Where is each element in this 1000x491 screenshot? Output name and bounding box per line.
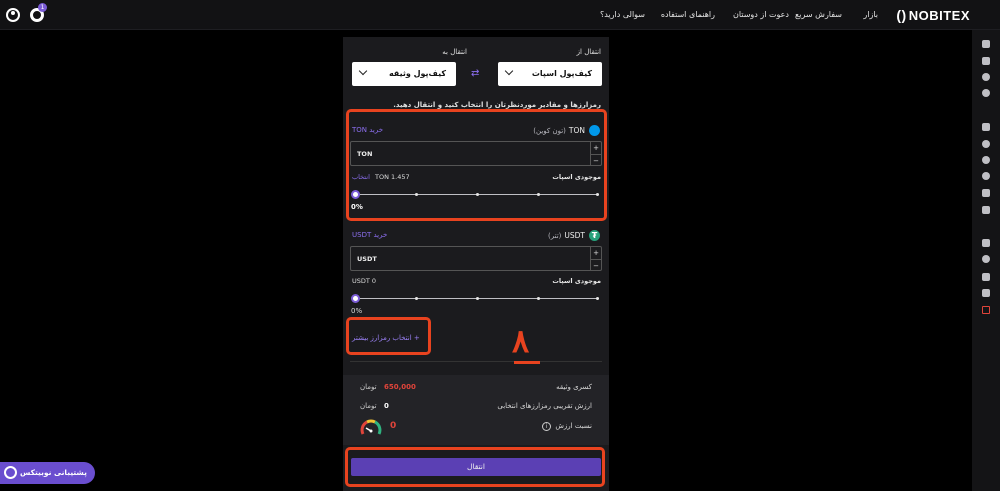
to-label: انتقال به [442,48,467,56]
usdt-name: (تتر) [548,232,562,240]
support-button[interactable]: پشتیبانی نوبیتکس [0,462,95,484]
collateral-deficit-unit: تومان [360,383,377,391]
highlight-ton-section [346,109,607,221]
buy-usdt-link[interactable]: خرید USDT [352,231,387,239]
chevron-down-icon [504,66,514,76]
reports-icon[interactable] [982,123,990,131]
nav-guide[interactable]: راهنمای استفاده [661,10,715,19]
logo-text: NOBITEX [908,8,970,23]
usdt-title: USDT(تتر) [548,231,585,240]
nav-market[interactable]: بازار [863,10,878,19]
logout-icon[interactable] [982,306,990,314]
usdt-balance-value: USDT 0 [352,277,377,285]
history-icon[interactable] [982,140,990,148]
usdt-balance-label: موجودی اسپات [552,277,601,285]
nav-invite-friends[interactable]: دعوت از دوستان [733,10,789,19]
annotation-underline [514,361,540,364]
approx-value: 0 [384,402,389,410]
right-sidebar [972,30,1000,491]
slider-step[interactable] [596,297,599,300]
usdt-symbol: USDT [564,231,585,240]
top-bar: () NOBITEX بازار سفارش سریع دعوت از دوستا… [0,0,1000,30]
logo-mark-icon: () [896,7,907,23]
usdt-percent-slider[interactable] [351,294,599,303]
transfer-panel: انتقال از انتقال به کیف‌پول اسپات ⇄ کیف‌… [343,37,609,491]
increment-button[interactable]: + [590,247,601,259]
decrement-button[interactable]: − [590,259,601,271]
from-label: انتقال از [576,48,601,56]
swap-icon[interactable]: ⇄ [471,68,479,79]
headset-icon [4,466,17,479]
instruction-text: رمزارزها و مقادیر موردنظرتان را انتخاب ک… [393,101,601,109]
to-wallet-value: کیف‌پول وثیقه [388,69,446,78]
value-ratio-label: نسبت ارزش [555,422,592,430]
usdt-amount-input[interactable]: USDT + − [350,246,602,271]
approx-value-label: ارزش تقریبی رمزارزهای انتخابی [497,402,592,410]
ratio-gauge-icon [360,419,382,435]
usdt-coin-icon: ₮ [589,230,600,241]
from-wallet-value: کیف‌پول اسپات [531,69,592,78]
deposit-icon[interactable] [982,73,990,81]
orders-icon[interactable] [982,156,990,164]
nobitex-logo[interactable]: () NOBITEX [896,7,970,23]
collateral-deficit-value: 650,000 [384,383,416,391]
calendar-icon[interactable] [982,206,990,214]
slider-step[interactable] [476,297,479,300]
value-ratio: 0 [390,421,397,431]
security-shield-icon[interactable] [982,255,990,263]
messages-icon[interactable] [982,273,990,281]
referral-icon[interactable] [982,172,990,180]
support-label: پشتیبانی نوبیتکس [20,468,87,477]
highlight-submit [345,447,605,487]
to-wallet-select[interactable]: کیف‌پول وثیقه [352,62,456,86]
slider-thumb[interactable] [351,294,360,303]
from-wallet-select[interactable]: کیف‌پول اسپات [498,62,602,86]
support-people-icon[interactable] [982,289,990,297]
approx-value-unit: تومان [360,402,377,410]
highlight-more-coins [346,317,431,355]
usdt-percent: 0% [351,307,363,315]
user-account-icon[interactable] [6,8,20,22]
chevron-down-icon [358,66,368,76]
slider-step[interactable] [415,297,418,300]
nav-question[interactable]: سوالی دارید؟ [600,10,645,19]
divider [350,361,602,362]
slider-step[interactable] [537,297,540,300]
dashboard-icon[interactable] [982,40,990,48]
profile-icon[interactable] [982,239,990,247]
collateral-deficit-label: کسری وثیقه [556,383,592,391]
crown-icon[interactable] [982,189,990,197]
info-icon[interactable]: i [542,422,551,431]
nav-quick-order[interactable]: سفارش سریع [795,10,842,19]
usdt-unit: USDT [357,255,377,263]
withdraw-icon[interactable] [982,89,990,97]
notification-badge: 1 [38,3,47,12]
wallet-icon[interactable] [982,57,990,65]
step-number-annotation: ۸ [512,323,530,359]
